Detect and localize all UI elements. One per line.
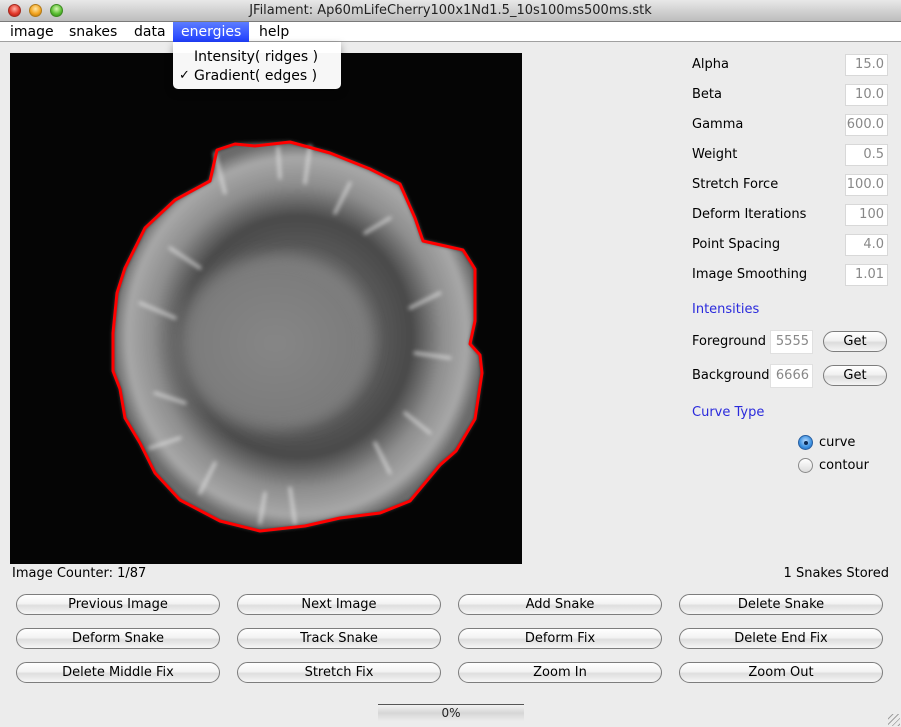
menu-item-label: Intensity( ridges )	[194, 49, 319, 65]
menu-image[interactable]: image	[2, 22, 62, 42]
window-title: JFilament: Ap60mLifeCherry100x1Nd1.5_10s…	[249, 3, 652, 18]
menu-data[interactable]: data	[126, 22, 174, 42]
check-icon: ✓	[179, 68, 190, 83]
delete-end-fix-button[interactable]: Delete End Fix	[679, 628, 883, 649]
title-bar: JFilament: Ap60mLifeCherry100x1Nd1.5_10s…	[0, 0, 901, 22]
zoom-in-button[interactable]: Zoom In	[458, 662, 662, 683]
menu-item-gradient-edges[interactable]: ✓ Gradient( edges )	[173, 66, 341, 86]
menu-energies[interactable]: energies	[173, 22, 250, 42]
foreground-label: Foreground	[692, 334, 767, 349]
menu-help[interactable]: help	[251, 22, 297, 42]
cell-nucleus	[170, 248, 380, 438]
beta-label: Beta	[692, 87, 722, 102]
menu-item-label: Gradient( edges )	[194, 68, 318, 84]
add-snake-button[interactable]: Add Snake	[458, 594, 662, 615]
image-smoothing-label: Image Smoothing	[692, 267, 808, 282]
contour-radio[interactable]	[798, 458, 813, 473]
background-field[interactable]: 6666	[770, 364, 813, 388]
curve-type-heading: Curve Type	[692, 405, 765, 420]
zoom-out-button[interactable]: Zoom Out	[679, 662, 883, 683]
intensities-heading: Intensities	[692, 302, 760, 317]
beta-field[interactable]: 10.0	[845, 84, 888, 106]
menu-snakes[interactable]: snakes	[61, 22, 125, 42]
menu-bar: image snakes data energies help	[0, 22, 901, 42]
stretch-force-field[interactable]: 100.0	[845, 174, 888, 196]
deform-iterations-label: Deform Iterations	[692, 207, 807, 222]
deform-fix-button[interactable]: Deform Fix	[458, 628, 662, 649]
progress-label: 0%	[441, 706, 461, 720]
contour-radio-label[interactable]: contour	[819, 457, 869, 474]
image-smoothing-field[interactable]: 1.01	[845, 264, 888, 286]
next-image-button[interactable]: Next Image	[237, 594, 441, 615]
alpha-field[interactable]: 15.0	[845, 54, 888, 76]
gamma-field[interactable]: 600.0	[845, 114, 888, 136]
menu-item-intensity-ridges[interactable]: Intensity( ridges )	[173, 47, 341, 67]
background-label: Background	[692, 368, 770, 383]
snakes-stored-count: 1 Snakes Stored	[783, 566, 889, 581]
delete-snake-button[interactable]: Delete Snake	[679, 594, 883, 615]
deform-iterations-field[interactable]: 100	[845, 204, 888, 226]
curve-radio[interactable]	[798, 435, 813, 450]
resize-grip-icon[interactable]	[888, 714, 900, 726]
image-canvas[interactable]	[10, 53, 522, 564]
curve-radio-label[interactable]: curve	[819, 434, 855, 451]
previous-image-button[interactable]: Previous Image	[16, 594, 220, 615]
microscopy-image	[111, 140, 484, 533]
alpha-label: Alpha	[692, 57, 729, 72]
gamma-label: Gamma	[692, 117, 744, 132]
weight-label: Weight	[692, 147, 738, 162]
image-counter: Image Counter: 1/87	[12, 566, 147, 581]
foreground-get-button[interactable]: Get	[823, 331, 887, 352]
weight-field[interactable]: 0.5	[845, 144, 888, 166]
track-snake-button[interactable]: Track Snake	[237, 628, 441, 649]
delete-middle-fix-button[interactable]: Delete Middle Fix	[16, 662, 220, 683]
energies-dropdown-menu: Intensity( ridges ) ✓ Gradient( edges )	[173, 42, 341, 89]
stretch-force-label: Stretch Force	[692, 177, 779, 192]
point-spacing-field[interactable]: 4.0	[845, 234, 888, 256]
point-spacing-label: Point Spacing	[692, 237, 781, 252]
background-get-button[interactable]: Get	[823, 365, 887, 386]
foreground-field[interactable]: 5555	[770, 330, 813, 354]
stretch-fix-button[interactable]: Stretch Fix	[237, 662, 441, 683]
progress-bar: 0%	[378, 704, 524, 721]
deform-snake-button[interactable]: Deform Snake	[16, 628, 220, 649]
